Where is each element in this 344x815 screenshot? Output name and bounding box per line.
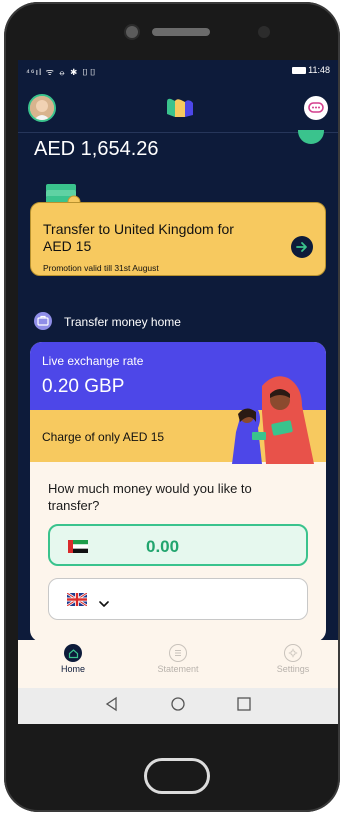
proximity-sensor [258,26,270,38]
avatar[interactable] [28,94,56,122]
rate-label: Live exchange rate [42,354,144,368]
battery-icon [292,67,307,75]
app-screen: ⁴⁶ıl ᯤ ⦵ ✱ ▯▯ 11:48 AED 1,654.26 Transfe… [18,60,338,724]
bottom-nav: Home Statement Settings [18,640,338,688]
send-amount-value[interactable]: 0.00 [146,537,179,557]
amount-question: How much money would you like to transfe… [48,481,252,513]
status-bar: ⁴⁶ıl ᯤ ⦵ ✱ ▯▯ 11:48 [18,60,338,82]
phone-frame: ⁴⁶ıl ᯤ ⦵ ✱ ▯▯ 11:48 AED 1,654.26 Transfe… [4,2,340,812]
avatar-face-icon [30,96,54,120]
send-amount-input[interactable]: 0.00 [48,524,308,566]
front-camera [124,24,140,40]
nav-home[interactable]: Home [38,644,108,674]
status-right: 11:48 [292,65,330,75]
promo-title: Transfer to United Kingdom for AED 15 [43,221,234,254]
system-home-icon[interactable] [170,696,186,717]
system-nav-bar [18,688,338,724]
nav-statement[interactable]: Statement [143,644,213,674]
nav-settings[interactable]: Settings [258,644,328,674]
arrow-right-icon [296,242,307,252]
mother-child-illustration [216,372,320,464]
app-header [18,82,338,132]
chat-button[interactable] [304,96,328,120]
transfer-home-icon [34,312,52,330]
gear-icon [284,644,302,662]
recents-icon[interactable] [236,696,252,717]
app-logo [165,96,195,118]
home-icon [64,644,82,662]
nav-statement-label: Statement [157,664,199,674]
uk-flag-icon [66,591,88,608]
back-icon[interactable] [104,696,120,717]
receive-currency-select[interactable] [48,578,308,620]
status-icons: ⁴⁶ıl ᯤ ⦵ ✱ ▯▯ [26,67,98,77]
charge-text: Charge of only AED 15 [42,430,165,444]
hardware-home-button[interactable] [144,758,210,794]
logo-icon [167,98,193,117]
section-label: Transfer money home [64,315,181,329]
earpiece-speaker [152,28,210,36]
chevron-down-icon[interactable] [99,595,109,613]
chat-icon [308,102,324,113]
promo-banner[interactable]: Transfer to United Kingdom for AED 15 Pr… [30,202,326,276]
statement-icon [169,644,187,662]
header-divider [18,132,338,133]
status-time: 11:48 [308,65,330,75]
promo-subtitle: Promotion valid till 31st August [43,263,159,273]
account-balance: AED 1,654.26 [34,138,159,160]
nav-home-label: Home [60,664,85,674]
uae-flag-icon [68,540,88,553]
nav-settings-label: Settings [276,664,310,674]
exchange-rate-card: Live exchange rate 0.20 GBP Charge of on… [30,342,326,642]
rate-value: 0.20 GBP [42,376,125,397]
promo-arrow-button[interactable] [291,236,313,258]
card-peek [298,130,324,144]
